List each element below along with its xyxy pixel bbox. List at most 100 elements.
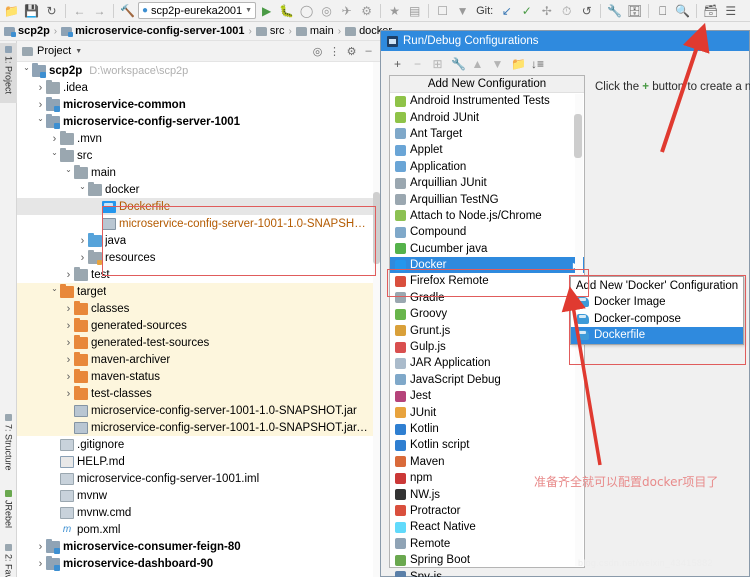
attach-icon[interactable]: ✈ [337, 1, 356, 20]
stack-icon[interactable]: 🗃 [701, 1, 720, 20]
chevron-down-icon[interactable]: ▼ [75, 48, 82, 55]
project-structure-icon[interactable]: 🗄 [625, 1, 644, 20]
commit-icon[interactable]: ✓ [517, 1, 536, 20]
search-icon[interactable]: 🔍 [673, 1, 692, 20]
sort-icon[interactable]: ↓≡ [531, 58, 544, 70]
push-icon[interactable]: ✢ [537, 1, 556, 20]
add-icon[interactable]: + [391, 58, 404, 70]
config-type-item[interactable]: Ant Target [390, 126, 584, 142]
config-type-item[interactable]: Spy-js [390, 568, 584, 577]
run-icon[interactable]: ▶ [257, 1, 276, 20]
config-type-item[interactable]: Gulp.js [390, 339, 584, 355]
tree-row[interactable]: .gitignore [17, 436, 373, 453]
tree-row[interactable]: microservice-config-server-1001.iml [17, 470, 373, 487]
chevron-right-icon[interactable] [49, 133, 60, 145]
config-type-item[interactable]: Attach to Node.js/Chrome [390, 208, 584, 224]
chevron-right-icon[interactable] [63, 371, 74, 383]
chevron-right-icon[interactable] [35, 99, 46, 111]
chevron-right-icon[interactable] [77, 235, 88, 247]
build-hammer-icon[interactable]: 🔨 [118, 1, 137, 20]
update-project-icon[interactable]: ★ [385, 1, 404, 20]
chevron-right-icon[interactable] [63, 303, 74, 315]
tree-row[interactable]: docker [17, 181, 373, 198]
config-type-item[interactable]: Protractor [390, 503, 584, 519]
tree-row[interactable]: mvnw [17, 487, 373, 504]
chevron-right-icon[interactable] [77, 252, 88, 264]
move-up-icon[interactable]: ▲ [471, 58, 484, 70]
tree-row[interactable]: microservice-config-server-1001 [17, 113, 373, 130]
config-type-item[interactable]: JUnit [390, 404, 584, 420]
config-type-item[interactable]: Spring Boot [390, 552, 584, 568]
update-icon[interactable]: ↙ [497, 1, 516, 20]
config-type-item[interactable]: Compound [390, 224, 584, 240]
config-type-item[interactable]: Grunt.js [390, 322, 584, 338]
breadcrumb-item-main[interactable]: main [295, 25, 334, 37]
history-icon[interactable]: ⏱ [557, 1, 576, 20]
tree-row[interactable]: .mvn [17, 130, 373, 147]
docker-submenu[interactable]: Add New 'Docker' Configuration Docker Im… [570, 276, 744, 345]
vcs-checkout-icon[interactable]: ☐ [433, 1, 452, 20]
chevron-right-icon[interactable] [35, 541, 46, 553]
move-down-icon[interactable]: ▼ [491, 58, 504, 70]
copy-icon[interactable]: ⊞ [431, 58, 444, 70]
config-type-item[interactable]: JAR Application [390, 355, 584, 371]
breadcrumb-item-src[interactable]: src [255, 25, 285, 37]
menu-icon[interactable]: ☰ [721, 1, 740, 20]
submenu-item-docker-image[interactable]: Docker Image [571, 294, 743, 311]
project-tree-scrollbar[interactable] [373, 62, 380, 577]
save-all-icon[interactable]: 💾 [22, 1, 41, 20]
chevron-down-icon[interactable] [77, 185, 88, 194]
tree-row[interactable]: classes [17, 300, 373, 317]
tree-row[interactable]: src [17, 147, 373, 164]
configuration-list-scroll-thumb[interactable] [574, 114, 582, 158]
stop-icon[interactable]: ⚙ [357, 1, 376, 20]
chevron-right-icon[interactable] [35, 82, 46, 94]
gear-icon[interactable]: ⚙ [345, 45, 358, 58]
config-type-item[interactable]: Arquillian JUnit [390, 175, 584, 191]
tree-row[interactable]: m pom.xml [17, 521, 373, 538]
config-type-item[interactable]: Android Instrumented Tests [390, 93, 584, 109]
tree-row[interactable]: microservice-config-server-1001-1.0-SNAP… [17, 419, 373, 436]
sidebar-item-favorites[interactable]: 2: Favorites [0, 541, 17, 577]
config-type-item[interactable]: Maven [390, 454, 584, 470]
config-type-item[interactable]: Kotlin script [390, 437, 584, 453]
forward-arrow-icon[interactable]: → [90, 1, 109, 20]
sidebar-item-jrebel[interactable]: JRebel [0, 487, 17, 537]
config-type-item[interactable]: Application [390, 159, 584, 175]
remove-icon[interactable]: − [411, 58, 424, 70]
config-type-item[interactable]: Firefox Remote [390, 273, 584, 289]
chevron-down-icon[interactable]: ▼ [245, 7, 252, 14]
config-type-item[interactable]: Remote [390, 536, 584, 552]
tree-row[interactable]: java [17, 232, 373, 249]
collapse-all-icon[interactable]: ⋮ [328, 45, 341, 58]
back-arrow-icon[interactable]: ← [70, 1, 89, 20]
tree-row[interactable]: generated-sources [17, 317, 373, 334]
wrench-icon[interactable]: 🔧 [605, 1, 624, 20]
open-folder-icon[interactable]: 📁 [2, 1, 21, 20]
project-panel-title-group[interactable]: Project ▼ [22, 45, 307, 57]
chevron-down-icon[interactable] [21, 66, 32, 75]
config-type-item[interactable]: Kotlin [390, 421, 584, 437]
tree-row[interactable]: scp2p D:\workspace\scp2p [17, 62, 373, 79]
tree-row[interactable]: test [17, 266, 373, 283]
tree-row[interactable]: microservice-common [17, 96, 373, 113]
tree-row[interactable]: main [17, 164, 373, 181]
config-type-item[interactable]: Cucumber java [390, 241, 584, 257]
chevron-down-icon[interactable] [49, 151, 60, 160]
tree-row[interactable]: HELP.md [17, 453, 373, 470]
chevron-right-icon[interactable] [63, 337, 74, 349]
locate-icon[interactable]: ◎ [311, 45, 324, 58]
chevron-down-icon[interactable] [49, 287, 60, 296]
tree-row[interactable]: microservice-config-server-1001-1.0-SNAP… [17, 215, 373, 232]
config-type-item[interactable]: Gradle [390, 290, 584, 306]
add-new-configuration-list[interactable]: Add New Configuration Android Instrument… [389, 75, 585, 577]
debug-icon[interactable]: 🐛 [277, 1, 296, 20]
move-into-folder-icon[interactable]: 📁 [511, 58, 526, 70]
vcs-download-icon[interactable]: ▼ [453, 1, 472, 20]
chevron-down-icon[interactable] [35, 117, 46, 126]
project-tree-scroll-thumb[interactable] [373, 192, 380, 264]
config-type-item[interactable]: JavaScript Debug [390, 372, 584, 388]
revert-icon[interactable]: ↺ [577, 1, 596, 20]
config-type-item[interactable]: Groovy [390, 306, 584, 322]
settings-icon[interactable]: ▤ [405, 1, 424, 20]
